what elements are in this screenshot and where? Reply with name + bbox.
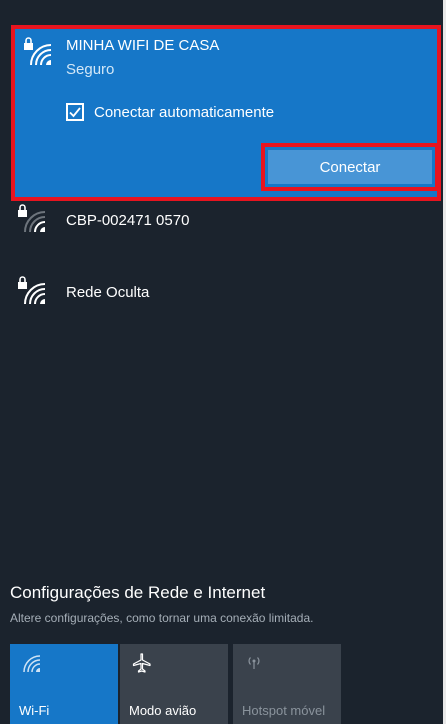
wifi-toggle-tile[interactable]: Wi-Fi — [10, 644, 118, 724]
network-settings-link[interactable]: Configurações de Rede e Internet — [10, 583, 265, 603]
network-ssid: Rede Oculta — [66, 284, 150, 301]
network-ssid: CBP-002471 0570 — [66, 212, 190, 229]
checkbox-checked-icon — [66, 103, 84, 121]
airplane-tile-label: Modo avião — [129, 703, 197, 718]
selected-network-item[interactable]: MINHA WIFI DE CASA Seguro Conectar autom… — [11, 25, 441, 201]
hotspot-icon — [243, 652, 265, 674]
connect-button-label: Conectar — [268, 150, 432, 184]
network-item[interactable]: CBP-002471 0570 — [0, 200, 440, 240]
airplane-icon — [130, 652, 152, 674]
network-item[interactable]: Rede Oculta — [0, 272, 440, 312]
wifi-secured-icon — [17, 276, 47, 306]
hotspot-tile-label: Hotspot móvel — [242, 703, 326, 718]
auto-connect-checkbox[interactable]: Conectar automaticamente — [66, 101, 274, 123]
wifi-tile-label: Wi-Fi — [19, 703, 50, 718]
selected-network-status: Seguro — [66, 61, 115, 78]
wifi-secured-icon — [23, 37, 53, 67]
selected-network-ssid: MINHA WIFI DE CASA — [66, 37, 220, 54]
auto-connect-label: Conectar automaticamente — [94, 103, 275, 121]
network-settings-description: Altere configurações, como tornar uma co… — [10, 611, 314, 625]
mobile-hotspot-tile[interactable]: Hotspot móvel — [233, 644, 341, 724]
connect-button[interactable]: Conectar — [261, 143, 439, 191]
network-flyout: MINHA WIFI DE CASA Seguro Conectar autom… — [0, 0, 446, 724]
wifi-secured-weak-icon — [17, 204, 47, 234]
airplane-mode-tile[interactable]: Modo avião — [120, 644, 228, 724]
wifi-icon — [20, 652, 42, 674]
